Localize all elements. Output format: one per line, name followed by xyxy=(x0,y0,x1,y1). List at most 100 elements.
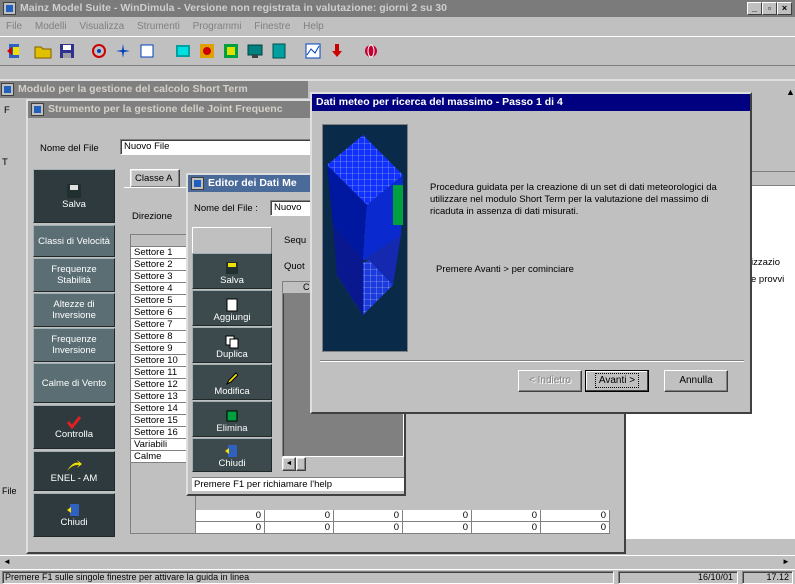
map-icon[interactable] xyxy=(220,40,242,62)
altezze-inversione-button[interactable]: Altezze di Inversione xyxy=(33,293,115,327)
editor-scroll-left[interactable]: ◄ xyxy=(282,457,296,471)
editor-chiudi-button[interactable]: Chiudi xyxy=(192,438,272,472)
editor-title: Editor dei Dati Me xyxy=(208,177,297,189)
maximize-button[interactable]: ▫ xyxy=(762,2,777,15)
minimize-button[interactable]: _ xyxy=(747,2,762,15)
globe-icon[interactable] xyxy=(360,40,382,62)
chiudi-button[interactable]: Chiudi xyxy=(33,493,115,537)
grid-cell[interactable]: 0 xyxy=(541,510,610,522)
mdi-hscrollbar[interactable]: ◄ ► xyxy=(0,555,795,569)
status-date: 16/10/01 xyxy=(618,571,738,584)
graph-icon[interactable] xyxy=(302,40,324,62)
editor-salva-button[interactable]: Salva xyxy=(192,253,272,289)
classi-velocita-button[interactable]: Classi di Velocità xyxy=(33,225,115,257)
grid-cell[interactable]: 0 xyxy=(403,510,472,522)
quota-label: Quot xyxy=(284,261,305,272)
strumento-icon xyxy=(31,103,44,116)
menu-strumenti[interactable]: Strumenti xyxy=(137,21,180,32)
duplicate-icon xyxy=(225,335,239,349)
wizard-next-button[interactable]: Avanti > xyxy=(585,370,649,392)
file-sidebar-label: File xyxy=(2,486,17,496)
nome-file-input[interactable]: Nuovo File xyxy=(120,139,320,155)
folder-icon[interactable] xyxy=(32,40,54,62)
grid-icon[interactable] xyxy=(172,40,194,62)
wizard-title: Dati meteo per ricerca del massimo - Pas… xyxy=(316,96,563,108)
status-message: Premere F1 sulle singole finestre per at… xyxy=(2,571,614,584)
edit-pencil-icon xyxy=(225,372,239,386)
menu-programmi[interactable]: Programmi xyxy=(193,21,242,32)
sheet-icon[interactable] xyxy=(136,40,158,62)
menu-visualizza[interactable]: Visualizza xyxy=(79,21,124,32)
grid-cell[interactable]: 0 xyxy=(541,522,610,534)
toolbar xyxy=(0,36,795,66)
status-bar: Premere F1 sulle singole finestre per at… xyxy=(0,569,795,584)
joint-frequency-title: Strumento per la gestione delle Joint Fr… xyxy=(48,103,283,115)
strumento-sidebar: Salva Classi di Velocità Frequenze Stabi… xyxy=(33,169,117,549)
frequenze-stabilita-button[interactable]: Frequenze Stabilità xyxy=(33,258,115,292)
editor-modifica-button[interactable]: Modifica xyxy=(192,364,272,400)
scroll-right-icon[interactable]: ► xyxy=(782,557,790,566)
menu-file[interactable]: File xyxy=(6,21,22,32)
save-disk-icon xyxy=(226,262,238,274)
status-time: 17.12 xyxy=(742,571,793,584)
editor-icon xyxy=(191,177,204,190)
salva-button[interactable]: Salva xyxy=(33,169,115,223)
delete-icon xyxy=(226,410,238,422)
editor-scroll-thumb[interactable] xyxy=(296,457,306,471)
arrow-icon xyxy=(67,459,82,471)
menu-help[interactable]: Help xyxy=(303,21,324,32)
bottom-values-grid: 000000 000000 xyxy=(196,510,610,534)
grid-cell[interactable]: 0 xyxy=(334,522,403,534)
module-icon xyxy=(1,83,14,96)
grid-cell[interactable]: 0 xyxy=(403,522,472,534)
grid-cell[interactable]: 0 xyxy=(196,522,265,534)
right-list-item-1[interactable]: izzazio xyxy=(751,257,780,268)
menu-finestre[interactable]: Finestre xyxy=(254,21,290,32)
right-scrollbar-arrow[interactable]: ▲ xyxy=(786,87,795,97)
exit-door-icon xyxy=(225,445,237,457)
grid-cell[interactable]: 0 xyxy=(334,510,403,522)
mdi-client: Modulo per la gestione del calcolo Short… xyxy=(0,79,795,569)
editor-duplica-button[interactable]: Duplica xyxy=(192,327,272,363)
editor-aggiungi-button[interactable]: Aggiungi xyxy=(192,290,272,326)
direzione-label: Direzione xyxy=(132,211,173,222)
menu-bar: File Modelli Visualizza Strumenti Progra… xyxy=(6,20,334,34)
calme-vento-button[interactable]: Calme di Vento xyxy=(33,363,115,403)
short-term-title-bar[interactable]: Modulo per la gestione del calcolo Short… xyxy=(0,81,308,98)
wizard-instruction: Premere Avanti > per cominciare xyxy=(436,264,574,275)
wizard-cancel-button[interactable]: Annulla xyxy=(664,370,728,392)
download-icon[interactable] xyxy=(326,40,348,62)
table-icon[interactable] xyxy=(268,40,290,62)
frequenze-inversione-button[interactable]: Frequenze Inversione xyxy=(33,328,115,362)
main-window: Mainz Model Suite - WinDimula - Versione… xyxy=(0,0,795,584)
editor-status: Premere F1 per richiamare l'help xyxy=(192,477,404,491)
wizard-back-button[interactable]: < Indietro xyxy=(518,370,582,392)
wizard-title-bar[interactable]: Dati meteo per ricerca del massimo - Pas… xyxy=(312,94,750,111)
nome-file-label: Nome del File xyxy=(40,143,99,154)
grid-cell[interactable]: 0 xyxy=(196,510,265,522)
right-list-item-2[interactable]: e provvi xyxy=(751,274,784,285)
enel-am-button[interactable]: ENEL - AM xyxy=(33,451,115,491)
target-icon[interactable] xyxy=(88,40,110,62)
editor-elimina-button[interactable]: Elimina xyxy=(192,401,272,437)
wizard-dialog: Dati meteo per ricerca del massimo - Pas… xyxy=(310,92,752,414)
app-title-bar[interactable]: Mainz Model Suite - WinDimula - Versione… xyxy=(0,0,795,17)
controlla-button[interactable]: Controlla xyxy=(33,405,115,449)
exit-door-icon[interactable] xyxy=(4,40,26,62)
menu-modelli[interactable]: Modelli xyxy=(35,21,67,32)
grid-cell[interactable]: 0 xyxy=(472,510,541,522)
close-button[interactable]: × xyxy=(777,2,792,15)
wizard-illustration xyxy=(322,124,408,352)
scroll-left-icon[interactable]: ◄ xyxy=(3,557,11,566)
variabili-row: 000000 xyxy=(196,510,610,522)
grid-cell[interactable]: 0 xyxy=(265,510,334,522)
save-disk-icon[interactable] xyxy=(56,40,78,62)
monitor-icon[interactable] xyxy=(244,40,266,62)
module-label-f: F xyxy=(4,105,10,116)
module-label-t: T xyxy=(2,157,8,168)
grid-cell[interactable]: 0 xyxy=(265,522,334,534)
wind-icon[interactable] xyxy=(112,40,134,62)
tab-classe-a[interactable]: Classe A xyxy=(130,169,180,187)
grid-cell[interactable]: 0 xyxy=(472,522,541,534)
chart-tool-icon[interactable] xyxy=(196,40,218,62)
